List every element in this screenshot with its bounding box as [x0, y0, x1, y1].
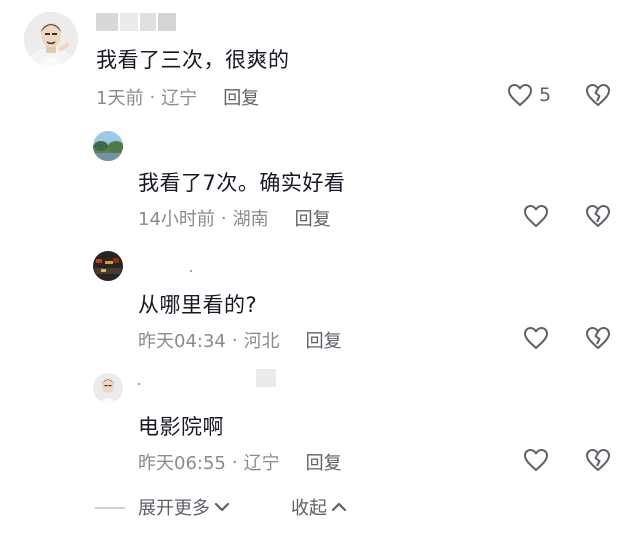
heart-outline-icon	[523, 448, 549, 472]
reply-button[interactable]: 回复	[306, 327, 342, 353]
dislike-button[interactable]	[585, 448, 611, 472]
dislike-button[interactable]	[585, 326, 611, 350]
dislike-button[interactable]	[585, 204, 611, 228]
comment-time: 1天前	[96, 88, 144, 109]
broken-heart-icon	[585, 204, 611, 228]
like-count: 5	[539, 84, 552, 106]
heart-outline-icon	[523, 326, 549, 350]
avatar[interactable]	[93, 131, 123, 161]
like-button[interactable]: 5	[507, 83, 551, 107]
meta-separator: ·	[231, 329, 238, 351]
username-redacted[interactable]	[96, 13, 180, 31]
chevron-up-icon	[331, 497, 347, 518]
like-button[interactable]	[523, 448, 555, 472]
broken-heart-icon	[585, 83, 611, 107]
heart-outline-icon	[507, 83, 533, 107]
like-button[interactable]	[523, 204, 555, 228]
comment-text: 我看了三次，很爽的	[96, 48, 290, 72]
username-redacted[interactable]	[138, 369, 278, 387]
reply-button[interactable]: 回复	[223, 84, 259, 110]
comment-meta: 14小时前 · 湖南 回复	[138, 205, 331, 231]
divider	[95, 507, 125, 509]
avatar[interactable]	[24, 12, 78, 66]
meta-separator: ·	[231, 451, 238, 473]
expand-more-label: 展开更多	[138, 498, 210, 519]
comment-location: 辽宁	[243, 453, 280, 474]
avatar[interactable]	[93, 373, 123, 403]
reply-button[interactable]: 回复	[306, 449, 342, 475]
comment-location: 辽宁	[161, 88, 198, 109]
comment-text: 我看了7次。确实好看	[138, 171, 346, 195]
broken-heart-icon	[585, 326, 611, 350]
username-redacted[interactable]	[138, 262, 198, 280]
comment-time: 昨天04:34	[138, 331, 226, 352]
broken-heart-icon	[585, 448, 611, 472]
meta-separator: ·	[149, 86, 156, 108]
reply-button[interactable]: 回复	[295, 205, 331, 231]
collapse-label: 收起	[291, 498, 327, 519]
expand-more-button[interactable]: 展开更多	[138, 494, 230, 520]
comment-meta: 昨天04:34 · 河北 回复	[138, 327, 342, 353]
like-button[interactable]	[523, 326, 555, 350]
avatar[interactable]	[93, 251, 123, 281]
comment-text: 从哪里看的?	[138, 293, 258, 317]
heart-outline-icon	[523, 204, 549, 228]
comment-meta: 1天前 · 辽宁 回复	[96, 84, 259, 110]
meta-separator: ·	[220, 207, 227, 229]
dislike-button[interactable]	[585, 83, 611, 107]
chevron-down-icon	[214, 497, 230, 518]
comment-location: 湖南	[232, 209, 269, 230]
comment-text: 电影院啊	[138, 415, 224, 439]
comment-time: 昨天06:55	[138, 453, 226, 474]
comment-location: 河北	[243, 331, 280, 352]
collapse-button[interactable]: 收起	[291, 494, 347, 520]
comment-time: 14小时前	[138, 209, 215, 230]
comment-meta: 昨天06:55 · 辽宁 回复	[138, 449, 342, 475]
